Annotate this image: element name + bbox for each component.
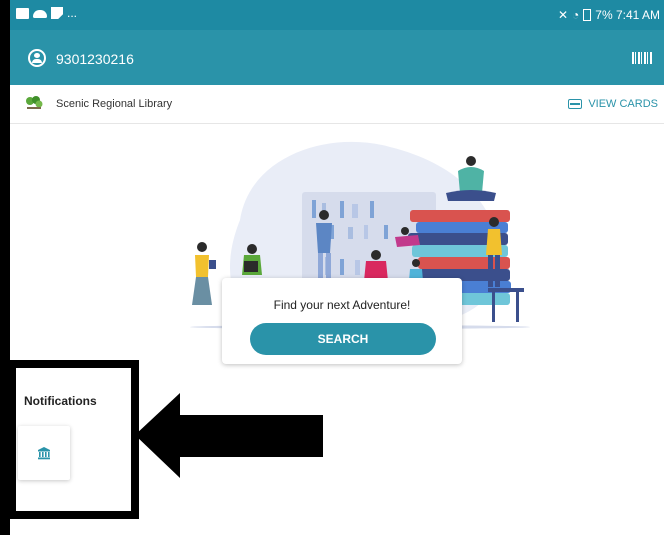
library-bar: Scenic Regional Library VIEW CARDS xyxy=(10,85,664,124)
card-number: 9301230216 xyxy=(56,51,134,67)
search-prompt: Find your next Adventure! xyxy=(273,298,411,312)
library-name: Scenic Regional Library xyxy=(56,98,173,110)
left-arrow-icon xyxy=(135,393,323,478)
library-logo-icon xyxy=(26,96,43,109)
wifi-icon: ◔ xyxy=(572,8,580,22)
flipboard-icon xyxy=(51,7,63,19)
search-card: Find your next Adventure! SEARCH xyxy=(222,278,462,364)
image-icon xyxy=(16,7,29,19)
cards-icon xyxy=(568,99,583,109)
notifications-heading: Notifications xyxy=(24,394,97,408)
search-button[interactable]: SEARCH xyxy=(250,323,436,355)
mute-icon: ✕ xyxy=(557,8,569,22)
battery-icon xyxy=(583,9,592,21)
account-icon[interactable] xyxy=(28,49,46,67)
status-right: ✕ ◔ 7% 7:41 AM xyxy=(558,8,660,22)
status-bar: ... ✕ ◔ 7% 7:41 AM xyxy=(10,0,664,30)
view-cards-button[interactable]: VIEW CARDS xyxy=(568,98,658,110)
barcode-icon[interactable] xyxy=(632,52,652,64)
status-left-icons: ... xyxy=(16,7,77,19)
bank-icon xyxy=(38,447,50,460)
app-bar: 9301230216 xyxy=(10,30,664,85)
more-dots-icon: ... xyxy=(67,6,78,20)
cloud-icon xyxy=(33,10,47,18)
phone-screen: ... ✕ ◔ 7% 7:41 AM 9301230216 Scenic Reg… xyxy=(10,0,664,535)
status-text: 7% 7:41 AM xyxy=(595,8,660,22)
view-cards-label: VIEW CARDS xyxy=(588,98,658,110)
notification-tile[interactable] xyxy=(18,426,70,480)
